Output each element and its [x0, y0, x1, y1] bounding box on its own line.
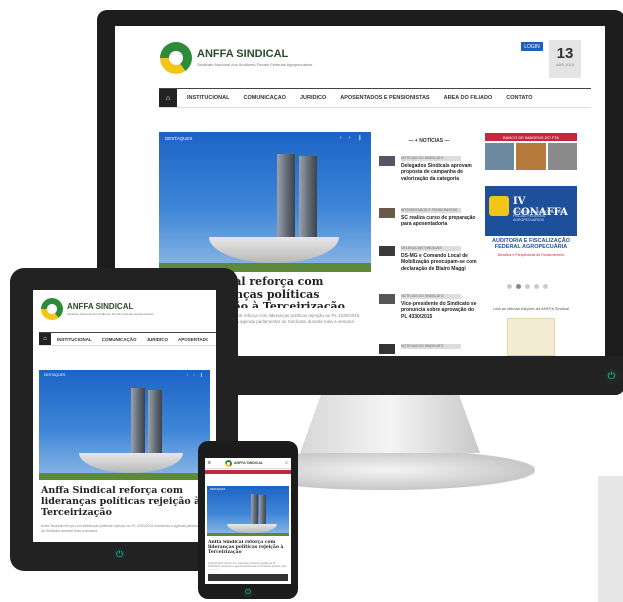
site-logo-icon[interactable]	[41, 298, 63, 320]
congress-dome	[79, 453, 183, 473]
news-thumb[interactable]	[379, 208, 395, 218]
news-tag[interactable]: NOTÍCIAS DO SINDICATO	[401, 294, 461, 299]
news-title[interactable]: DS-MG e Comando Local de Mobilização pre…	[401, 253, 479, 272]
featured-excerpt: Anffa Sindical reforça com lideranças po…	[208, 562, 286, 570]
featured-section-label: DESTAQUES	[165, 136, 193, 141]
carousel-dots[interactable]	[507, 284, 548, 289]
news-heading-label: + NOTÍCIAS	[414, 138, 444, 144]
carousel-dot[interactable]	[516, 284, 521, 289]
nav-item[interactable]: JURÍDICO	[147, 337, 169, 342]
magazine-cover[interactable]	[507, 318, 555, 356]
featured-excerpt: Anffa Sindical reforça com lideranças po…	[41, 524, 206, 533]
site-logo-icon[interactable]	[225, 460, 232, 467]
news-heading: — + NOTÍCIAS —	[408, 138, 450, 144]
carousel-dot[interactable]	[534, 284, 539, 289]
nav-item[interactable]: INSTITUCIONAL	[187, 95, 229, 101]
nav-item[interactable]: APOSENTADOS E PENSIONISTAS	[340, 95, 429, 101]
search-icon[interactable]: ⌕	[285, 460, 288, 466]
login-button[interactable]: LOGIN	[521, 42, 543, 51]
phone-bottom-bar[interactable]	[208, 574, 288, 581]
news-tag[interactable]: APOSENTADOS E PENSIONISTAS	[401, 208, 461, 213]
date-badge: 13 ABR 2015	[549, 40, 581, 78]
tablet-home-icon[interactable]: ⏻	[113, 548, 126, 561]
nav-item[interactable]: JURÍDICO	[300, 95, 326, 101]
congress-dome	[227, 524, 277, 533]
nav-item[interactable]: APOSENTADOS E PENSIONISTAS	[178, 337, 208, 342]
main-nav: ⌂ INSTITUCIONAL COMUNICAÇÃO JURÍDICO APO…	[159, 88, 591, 108]
gallery-photo[interactable]	[547, 143, 577, 170]
news-title[interactable]: Vice-presidente do Sindicato se pronunci…	[401, 301, 479, 320]
menu-icon[interactable]: ≡	[208, 460, 211, 466]
carousel-dot[interactable]	[507, 284, 512, 289]
nav-item[interactable]: ÁREA DO FILIADO	[444, 95, 493, 101]
devices-mockup: ⏻ ANFFA SINDICAL Sindicato Nacional dos …	[0, 0, 623, 602]
monitor-power-icon[interactable]: ⏻	[604, 369, 619, 384]
featured-section-label: DESTAQUES	[210, 488, 226, 491]
tower-right	[259, 495, 266, 524]
featured-headline[interactable]: Anffa Sindical reforça com lideranças po…	[208, 540, 288, 562]
carousel-dot[interactable]	[525, 284, 530, 289]
featured-slider[interactable]: DESTAQUES ‹ › ❙	[39, 370, 210, 480]
tablet-website: ANFFA SINDICAL Sindicato Nacional dos Au…	[33, 290, 216, 542]
gallery-label: BANCO DE IMAGENS DO FTA	[485, 133, 577, 141]
tower-right	[148, 390, 162, 454]
nav-item[interactable]: COMUNICAÇÃO	[243, 95, 285, 101]
background-panel	[598, 476, 623, 602]
home-icon[interactable]: ⌂	[39, 333, 51, 345]
featured-slider[interactable]: DESTAQUES ‹ › ❙	[159, 132, 371, 272]
conaffa-logo-icon	[489, 196, 509, 216]
tower-right	[299, 156, 317, 238]
lawn	[39, 473, 210, 480]
site-name[interactable]: ANFFA SINDICAL	[197, 48, 288, 60]
conaffa-theme: AUDITORIA E FISCALIZAÇÃO FEDERAL AGROPEC…	[492, 238, 570, 251]
news-title[interactable]: Delegados Sindicais aprovam proposta de …	[401, 163, 479, 182]
date-day: 13	[556, 45, 574, 62]
tower-left	[277, 154, 295, 238]
main-nav: ⌂ INSTITUCIONAL COMUNICAÇÃO JURÍDICO APO…	[39, 332, 216, 346]
red-bar	[205, 470, 291, 474]
conaffa-banner[interactable]: IV CONAFFA CONGRESSO NACIONAL DOS FISCAI…	[485, 186, 577, 276]
monitor-stand	[300, 393, 480, 453]
featured-headline[interactable]: Anffa Sindical reforça com lideranças po…	[41, 486, 211, 522]
conaffa-subtitle: CONGRESSO NACIONAL DOS FISCAIS FEDERAIS …	[513, 210, 564, 223]
news-thumb[interactable]	[379, 294, 395, 304]
featured-section-label: DESTAQUES	[44, 373, 66, 377]
home-icon[interactable]: ⌂	[159, 89, 177, 107]
news-tag[interactable]: DELEGACIAS SINDICAIS	[401, 246, 461, 251]
news-tag[interactable]: NOTÍCIAS DO SINDICATO	[401, 156, 461, 161]
news-thumb[interactable]	[379, 344, 395, 354]
congress-dome	[209, 237, 339, 263]
slider-arrows-icon[interactable]: ‹ › ❙	[187, 372, 205, 377]
nav-item[interactable]: INSTITUCIONAL	[57, 337, 92, 342]
gallery-strip[interactable]	[485, 143, 577, 170]
news-title[interactable]: SC realiza curso de preparação para apos…	[401, 215, 479, 228]
magazine-caption: Leia as últimas edições da ANFFA Sindica…	[493, 306, 569, 311]
news-tag[interactable]: NOTÍCIAS DO SINDICATO	[401, 344, 461, 349]
gallery-photo[interactable]	[516, 143, 546, 170]
slider-arrows-icon[interactable]: ‹ › ❙	[340, 135, 365, 141]
nav-item[interactable]: CONTATO	[506, 95, 532, 101]
tower-left	[131, 388, 145, 454]
site-tagline: Sindicato Nacional dos Auditores Fiscais…	[67, 312, 154, 316]
conaffa-theme-sub: Desafios e Perspectivas de Fortaleciment…	[497, 252, 565, 257]
site-tagline: Sindicato Nacional dos Auditores Fiscais…	[197, 62, 313, 67]
phone-website: ≡ ANFFA SINDICAL ⌕ DESTAQUES Anffa Sindi…	[205, 458, 291, 584]
phone-home-icon[interactable]: ⏻	[243, 588, 253, 598]
news-thumb[interactable]	[379, 246, 395, 256]
phone-header: ≡ ANFFA SINDICAL ⌕	[205, 458, 291, 469]
site-name[interactable]: ANFFA SINDICAL	[67, 302, 133, 311]
tower-left	[251, 494, 258, 524]
news-thumb[interactable]	[379, 156, 395, 166]
site-name[interactable]: ANFFA SINDICAL	[234, 461, 263, 465]
site-logo-icon[interactable]	[160, 42, 192, 74]
carousel-dot[interactable]	[543, 284, 548, 289]
nav-item[interactable]: COMUNICAÇÃO	[102, 337, 137, 342]
gallery-photo[interactable]	[485, 143, 515, 170]
featured-slider[interactable]: DESTAQUES	[207, 486, 289, 536]
date-month: ABR 2015	[555, 62, 575, 67]
lawn	[207, 533, 289, 536]
conaffa-theme-box: AUDITORIA E FISCALIZAÇÃO FEDERAL AGROPEC…	[485, 236, 577, 276]
